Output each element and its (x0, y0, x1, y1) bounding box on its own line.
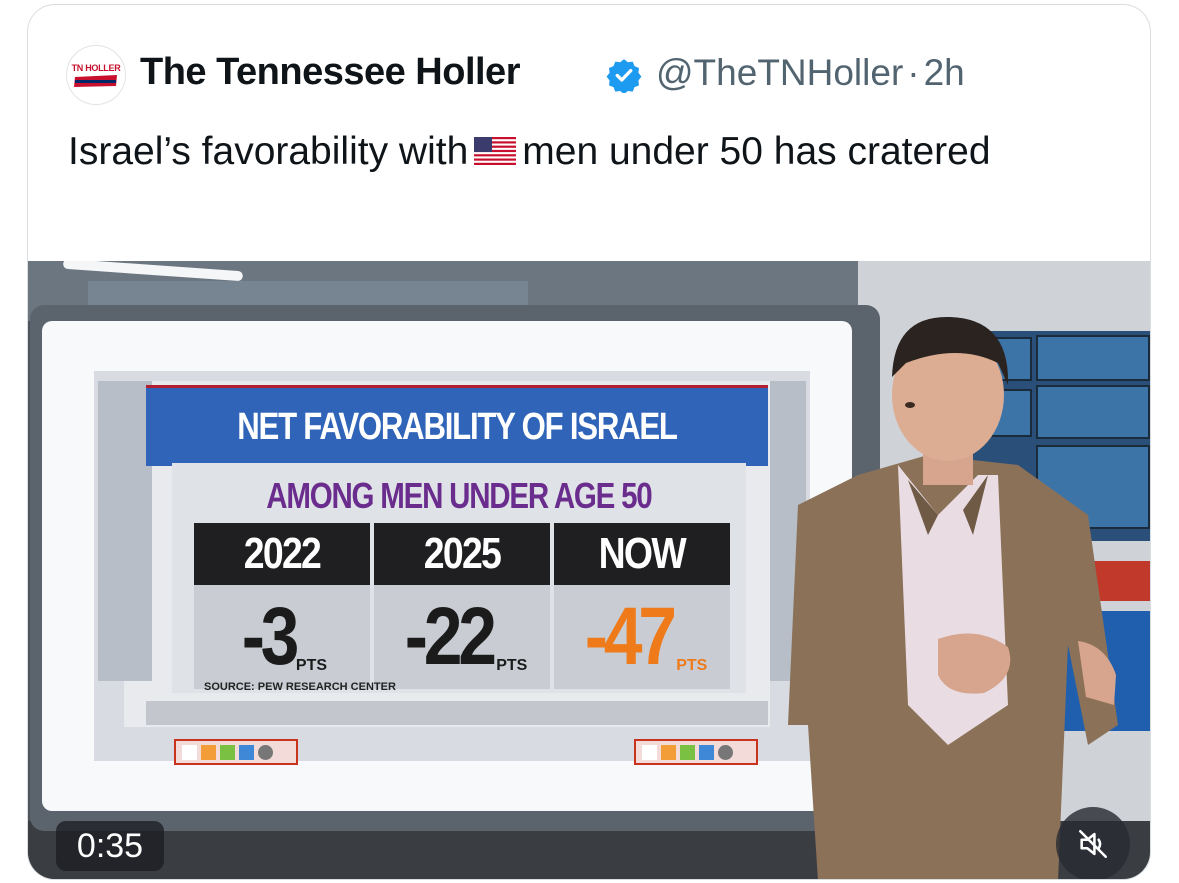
graphic-source: SOURCE: PEW RESEARCH CENTER (204, 681, 396, 693)
screen-controls-right (634, 739, 758, 765)
graphic-subtitle-area: AMONG MEN UNDER AGE 50 (178, 469, 740, 523)
handle[interactable]: @TheTNHoller (656, 52, 903, 93)
graphic-column-value: -22 PTS (374, 585, 550, 689)
graphic-footer-bar (146, 701, 768, 725)
presenter (788, 316, 1118, 879)
separator: · (907, 52, 920, 93)
tweet-text-part2: men under 50 has cratered (522, 130, 991, 173)
graphic-title-banner: NET FAVORABILITY OF ISRAEL (146, 385, 768, 466)
video-player[interactable]: NET FAVORABILITY OF ISRAEL AMONG MEN UND… (28, 261, 1150, 879)
screen-controls-left (174, 739, 298, 765)
profile-avatar[interactable]: TN HOLLER (66, 45, 126, 105)
display-name[interactable]: The Tennessee Holler (140, 51, 520, 94)
graphic-title: NET FAVORABILITY OF ISRAEL (237, 405, 678, 448)
tweet-card[interactable]: TN HOLLER The Tennessee Holler @TheTNHol… (27, 4, 1151, 880)
tweet-text-part1: Israel’s favorability with (68, 130, 469, 173)
graphic-column-header: 2025 (374, 523, 550, 585)
graphic-column-header: 2022 (194, 523, 370, 585)
graphic-side-menu-left (98, 381, 152, 681)
studio-signage (88, 281, 528, 307)
graphic-column-header: NOW (554, 523, 730, 585)
graphic-column-now: NOW -47 PTS (554, 523, 730, 689)
tweet-text: Israel’s favorability with men under 50 … (68, 123, 1068, 181)
video-timestamp: 0:35 (56, 821, 164, 871)
graphic-column-value: -47 PTS (554, 585, 730, 689)
speaker-muted-icon (1078, 829, 1108, 859)
avatar-logo-text: TN HOLLER (71, 62, 121, 73)
tennessee-map-icon (74, 74, 117, 87)
graphic-column-2022: 2022 -3 PTS (194, 523, 370, 689)
timestamp[interactable]: 2h (924, 52, 965, 93)
graphic-column-2025: 2025 -22 PTS (374, 523, 550, 689)
us-flag-icon (474, 136, 517, 165)
verified-badge-icon (606, 59, 642, 93)
handle-and-time[interactable]: @TheTNHoller · 2h (656, 52, 965, 94)
mute-toggle-button[interactable] (1056, 807, 1130, 879)
graphic-column-value: -3 PTS (194, 585, 370, 689)
graphic-subtitle: AMONG MEN UNDER AGE 50 (266, 475, 652, 516)
